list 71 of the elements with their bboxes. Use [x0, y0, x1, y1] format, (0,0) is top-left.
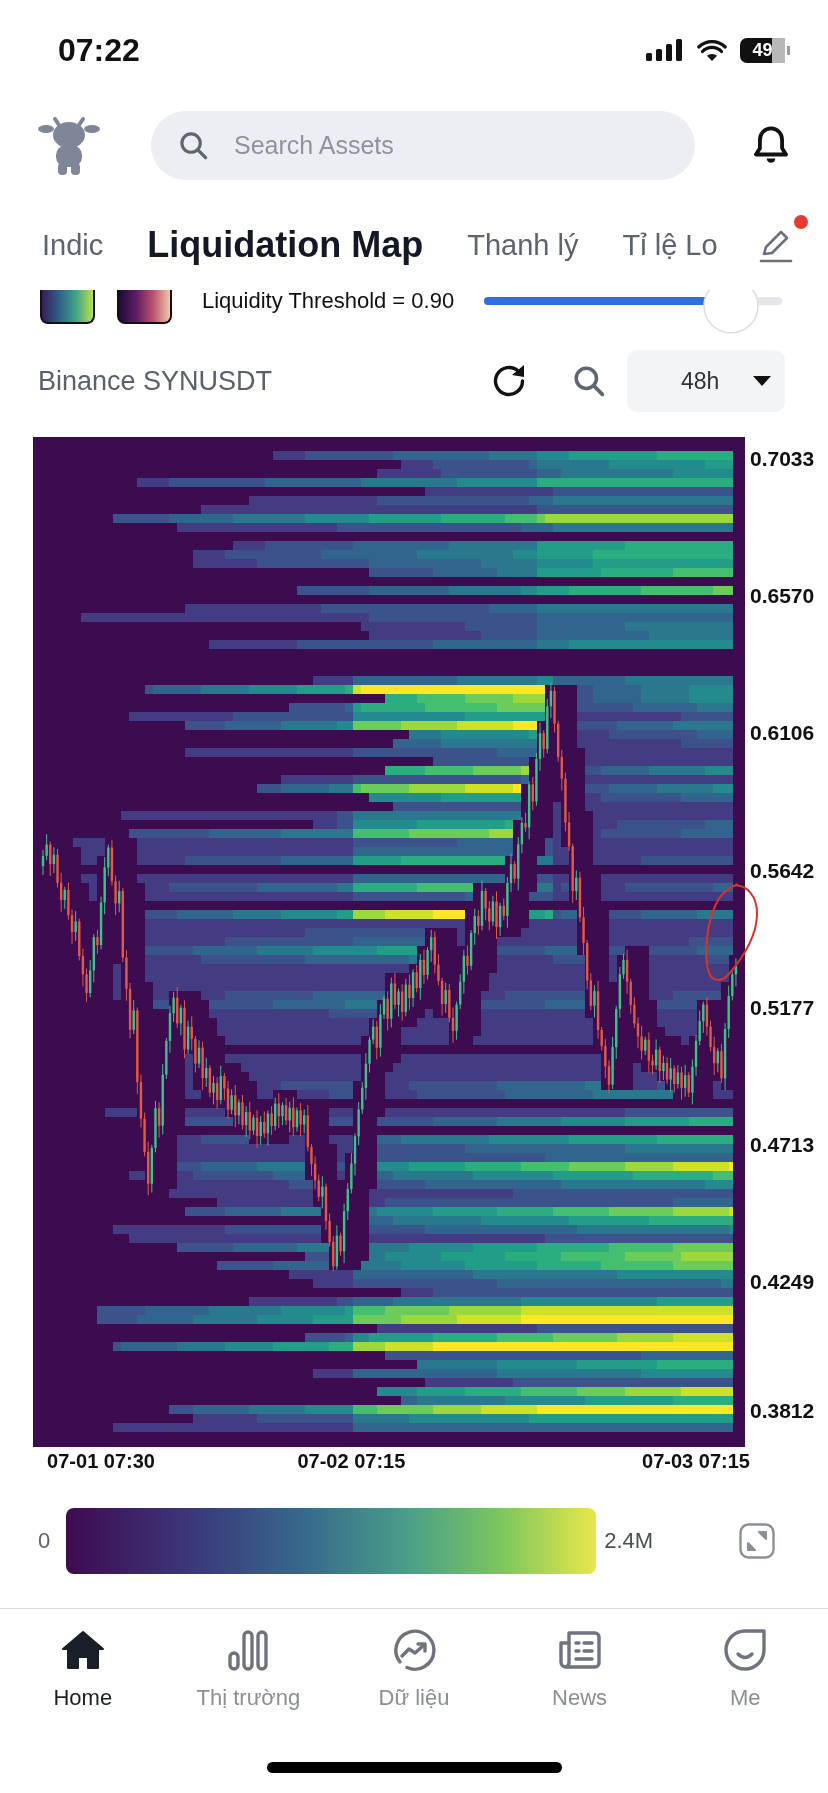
candlestick — [477, 909, 480, 936]
candlestick — [281, 1101, 284, 1126]
candlestick — [292, 1096, 295, 1137]
candlestick — [386, 990, 389, 1032]
candlestick — [74, 910, 77, 942]
candlestick — [252, 1114, 255, 1136]
battery-indicator: 49 — [740, 37, 790, 63]
tab[interactable]: Thanh lý — [467, 228, 579, 262]
candlestick — [415, 964, 418, 993]
candlestick — [230, 1088, 233, 1115]
scale-min-label: 0 — [38, 1528, 51, 1554]
nav-tab[interactable]: Home — [0, 1627, 166, 1711]
candlestick — [680, 1066, 683, 1101]
candlestick — [303, 1108, 306, 1134]
gradient-swatch-icon[interactable] — [117, 290, 172, 324]
tab[interactable]: Tỉ lệ Lo — [622, 228, 718, 262]
price-axis-label: 0.6106 — [750, 721, 815, 745]
candlestick — [524, 812, 527, 833]
candlestick — [575, 869, 578, 901]
candlestick — [259, 1115, 262, 1146]
candlestick — [662, 1055, 665, 1081]
market-title: Binance SYNUSDT — [38, 365, 273, 397]
candlestick — [397, 988, 400, 1018]
slider-thumb[interactable] — [702, 290, 761, 334]
price-axis-label: 0.7033 — [750, 447, 815, 471]
time-axis-label: 07-01 07:30 — [47, 1450, 155, 1472]
status-time: 07:22 — [58, 31, 140, 69]
search-field[interactable]: Search Assets — [151, 110, 695, 180]
search-icon — [179, 130, 208, 160]
candlestick — [107, 844, 110, 877]
scale-max-label: 2.4M — [604, 1528, 654, 1554]
candlestick — [408, 973, 411, 1011]
candlestick — [321, 1175, 324, 1209]
cellular-signal-icon — [646, 39, 684, 61]
time-axis-label: 07-03 07:15 — [642, 1450, 750, 1472]
price-axis-label: 0.4713 — [750, 1133, 815, 1157]
candlestick — [96, 929, 99, 955]
candlestick — [212, 1075, 215, 1105]
time-range-dropdown[interactable]: 48h — [627, 350, 785, 412]
candlestick — [299, 1102, 302, 1137]
candlestick — [542, 729, 545, 759]
nav-tab[interactable]: Me — [662, 1627, 828, 1711]
gradient-swatch-icon[interactable] — [40, 290, 95, 324]
smiley-icon — [722, 1627, 769, 1673]
wifi-icon — [697, 39, 727, 61]
nav-tab[interactable]: Dữ liệu — [331, 1627, 497, 1711]
candlestick — [669, 1057, 672, 1092]
candlestick — [484, 887, 487, 921]
threshold-label: Liquidity Threshold = 0.90 — [202, 290, 455, 312]
search-icon[interactable] — [573, 365, 605, 397]
price-axis-label: 0.5642 — [750, 858, 815, 882]
price-axis-label: 0.3812 — [750, 1399, 815, 1423]
candlestick — [263, 1111, 266, 1139]
tab[interactable]: Liquidation Map — [147, 224, 424, 266]
candlestick — [270, 1105, 273, 1136]
candlestick — [339, 1232, 342, 1257]
candlestick — [241, 1094, 244, 1131]
time-axis-label: 07-02 07:15 — [297, 1450, 406, 1472]
tab[interactable]: Indic — [42, 228, 104, 262]
price-axis-label: 0.5177 — [750, 995, 815, 1019]
expand-icon[interactable] — [739, 1523, 775, 1559]
trend-circle-icon — [391, 1627, 437, 1673]
price-axis-label: 0.6570 — [750, 584, 815, 608]
nav-tab[interactable]: Thị trường — [165, 1627, 332, 1711]
candlestick — [513, 860, 516, 884]
caret-icon — [753, 376, 771, 386]
candlestick — [593, 984, 596, 1019]
candlestick — [466, 944, 469, 976]
bell-icon[interactable] — [752, 124, 790, 166]
nav-tab[interactable]: News — [496, 1627, 663, 1711]
price-axis-label: 0.4249 — [750, 1270, 815, 1294]
